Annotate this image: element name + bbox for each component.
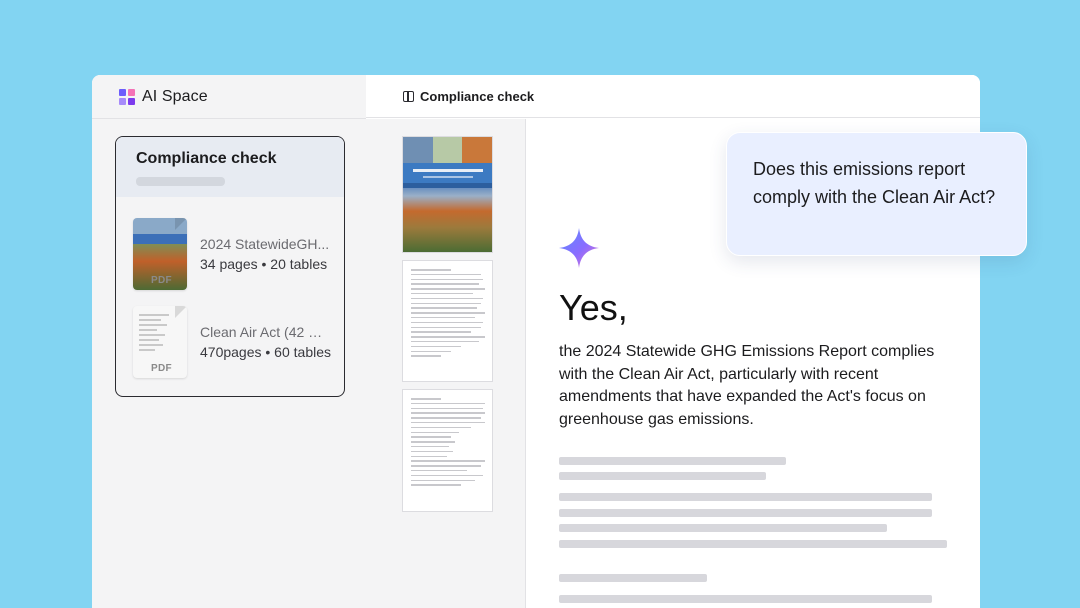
loading-placeholder-line	[559, 472, 766, 480]
brand-name: AI Space	[142, 88, 208, 105]
file-item-ghg-report[interactable]: PDF 2024 StatewideGH... 34 pages • 20 ta…	[133, 217, 343, 291]
file-name: Clean Air Act (42 U....	[200, 324, 332, 340]
sidebar-divider	[92, 118, 366, 119]
project-card[interactable]: Compliance check PDF 2024 StatewideGH...…	[115, 136, 345, 397]
pdf-file-thumbnail: PDF	[133, 306, 187, 378]
user-message-bubble: Does this emissions report comply with t…	[726, 132, 1027, 256]
brand[interactable]: AI Space	[119, 87, 208, 107]
loading-placeholder-line	[559, 540, 947, 548]
main-header: Compliance check	[366, 75, 980, 118]
page-title: Compliance check	[420, 88, 535, 104]
file-stats: 470pages • 60 tables	[200, 344, 332, 360]
ai-space-logo-icon	[119, 89, 135, 105]
page-thumbnail[interactable]	[402, 389, 493, 512]
answer-body: the 2024 Statewide GHG Emissions Report …	[559, 343, 935, 428]
pdf-type-label: PDF	[151, 275, 172, 286]
project-subtitle-placeholder	[136, 177, 225, 186]
loading-placeholder-line	[559, 595, 932, 603]
loading-placeholder-line	[559, 524, 887, 532]
sidebar-panel-icon[interactable]	[403, 90, 414, 102]
sidebar: AI Space Compliance check PDF 2024 State…	[92, 75, 366, 608]
page-thumbnail-column	[366, 119, 526, 608]
file-item-clean-air-act[interactable]: PDF Clean Air Act (42 U.... 470pages • 6…	[133, 305, 343, 379]
loading-placeholder-line	[559, 574, 707, 582]
file-stats: 34 pages • 20 tables	[200, 256, 328, 272]
page-thumbnail[interactable]	[402, 136, 493, 253]
loading-placeholder-line	[559, 457, 786, 465]
column-divider	[525, 119, 526, 608]
page-thumbnail[interactable]	[402, 260, 493, 382]
ai-sparkle-icon	[559, 228, 599, 268]
file-name: 2024 StatewideGH...	[200, 236, 330, 252]
project-title: Compliance check	[136, 150, 277, 167]
loading-placeholder-line	[559, 509, 932, 517]
pdf-file-thumbnail: PDF	[133, 218, 187, 290]
answer-title: Yes,	[559, 287, 628, 328]
pdf-type-label: PDF	[151, 363, 172, 374]
project-card-header: Compliance check	[116, 137, 344, 197]
loading-placeholder-line	[559, 493, 932, 501]
